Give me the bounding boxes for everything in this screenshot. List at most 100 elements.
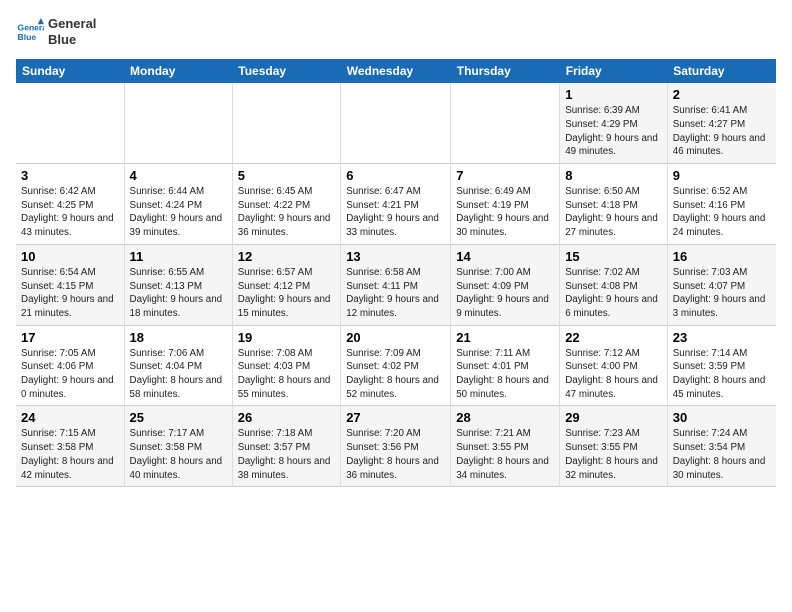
- calendar-cell: [124, 83, 232, 163]
- calendar-cell: 12 Sunrise: 6:57 AM Sunset: 4:12 PM Dayli…: [232, 244, 340, 325]
- column-header-sunday: Sunday: [16, 59, 124, 83]
- day-info: Sunrise: 7:06 AM Sunset: 4:04 PM Dayligh…: [130, 347, 227, 402]
- day-info: Sunrise: 7:05 AM Sunset: 4:06 PM Dayligh…: [21, 347, 119, 402]
- day-number: 18: [130, 330, 227, 345]
- calendar-cell: 7 Sunrise: 6:49 AM Sunset: 4:19 PM Daylig…: [451, 164, 560, 245]
- day-number: 13: [346, 249, 445, 264]
- day-number: 27: [346, 410, 445, 425]
- day-number: 11: [130, 249, 227, 264]
- day-number: 8: [565, 168, 662, 183]
- day-info: Sunrise: 6:49 AM Sunset: 4:19 PM Dayligh…: [456, 185, 554, 240]
- day-number: 3: [21, 168, 119, 183]
- calendar-cell: 24 Sunrise: 7:15 AM Sunset: 3:58 PM Dayli…: [16, 406, 124, 487]
- calendar-cell: 16 Sunrise: 7:03 AM Sunset: 4:07 PM Dayli…: [667, 244, 776, 325]
- calendar-cell: 17 Sunrise: 7:05 AM Sunset: 4:06 PM Dayli…: [16, 325, 124, 406]
- day-info: Sunrise: 6:39 AM Sunset: 4:29 PM Dayligh…: [565, 104, 662, 159]
- day-number: 1: [565, 87, 662, 102]
- day-number: 25: [130, 410, 227, 425]
- day-info: Sunrise: 6:57 AM Sunset: 4:12 PM Dayligh…: [238, 266, 335, 321]
- calendar-cell: [341, 83, 451, 163]
- calendar-cell: [16, 83, 124, 163]
- calendar-cell: 6 Sunrise: 6:47 AM Sunset: 4:21 PM Daylig…: [341, 164, 451, 245]
- day-number: 20: [346, 330, 445, 345]
- day-number: 23: [673, 330, 771, 345]
- day-info: Sunrise: 7:21 AM Sunset: 3:55 PM Dayligh…: [456, 427, 554, 482]
- calendar-cell: 2 Sunrise: 6:41 AM Sunset: 4:27 PM Daylig…: [667, 83, 776, 163]
- page-header: General Blue General Blue: [16, 16, 776, 47]
- day-number: 16: [673, 249, 771, 264]
- calendar-cell: 28 Sunrise: 7:21 AM Sunset: 3:55 PM Dayli…: [451, 406, 560, 487]
- day-info: Sunrise: 6:42 AM Sunset: 4:25 PM Dayligh…: [21, 185, 119, 240]
- logo-icon: General Blue: [16, 18, 44, 46]
- day-info: Sunrise: 6:55 AM Sunset: 4:13 PM Dayligh…: [130, 266, 227, 321]
- calendar-cell: 29 Sunrise: 7:23 AM Sunset: 3:55 PM Dayli…: [560, 406, 668, 487]
- day-info: Sunrise: 7:14 AM Sunset: 3:59 PM Dayligh…: [673, 347, 771, 402]
- day-number: 14: [456, 249, 554, 264]
- day-info: Sunrise: 7:03 AM Sunset: 4:07 PM Dayligh…: [673, 266, 771, 321]
- day-info: Sunrise: 7:11 AM Sunset: 4:01 PM Dayligh…: [456, 347, 554, 402]
- day-number: 2: [673, 87, 771, 102]
- day-info: Sunrise: 6:45 AM Sunset: 4:22 PM Dayligh…: [238, 185, 335, 240]
- day-number: 4: [130, 168, 227, 183]
- day-info: Sunrise: 6:47 AM Sunset: 4:21 PM Dayligh…: [346, 185, 445, 240]
- day-info: Sunrise: 6:41 AM Sunset: 4:27 PM Dayligh…: [673, 104, 771, 159]
- logo: General Blue General Blue: [16, 16, 96, 47]
- calendar-cell: 22Sunrise: 7:12 AM Sunset: 4:00 PM Dayli…: [560, 325, 668, 406]
- day-info: Sunrise: 7:15 AM Sunset: 3:58 PM Dayligh…: [21, 427, 119, 482]
- svg-text:Blue: Blue: [18, 31, 37, 41]
- day-info: Sunrise: 7:08 AM Sunset: 4:03 PM Dayligh…: [238, 347, 335, 402]
- column-header-wednesday: Wednesday: [341, 59, 451, 83]
- column-header-monday: Monday: [124, 59, 232, 83]
- day-number: 12: [238, 249, 335, 264]
- column-header-saturday: Saturday: [667, 59, 776, 83]
- day-number: 6: [346, 168, 445, 183]
- day-number: 29: [565, 410, 662, 425]
- day-number: 30: [673, 410, 771, 425]
- day-number: 19: [238, 330, 335, 345]
- logo-text: General Blue: [48, 16, 96, 47]
- calendar-cell: 18 Sunrise: 7:06 AM Sunset: 4:04 PM Dayli…: [124, 325, 232, 406]
- calendar-table: SundayMondayTuesdayWednesdayThursdayFrid…: [16, 59, 776, 487]
- day-number: 21: [456, 330, 554, 345]
- calendar-cell: 14 Sunrise: 7:00 AM Sunset: 4:09 PM Dayli…: [451, 244, 560, 325]
- day-info: Sunrise: 7:18 AM Sunset: 3:57 PM Dayligh…: [238, 427, 335, 482]
- day-number: 28: [456, 410, 554, 425]
- calendar-cell: 15Sunrise: 7:02 AM Sunset: 4:08 PM Dayli…: [560, 244, 668, 325]
- day-info: Sunrise: 6:54 AM Sunset: 4:15 PM Dayligh…: [21, 266, 119, 321]
- day-number: 7: [456, 168, 554, 183]
- day-info: Sunrise: 7:23 AM Sunset: 3:55 PM Dayligh…: [565, 427, 662, 482]
- calendar-cell: 27Sunrise: 7:20 AM Sunset: 3:56 PM Dayli…: [341, 406, 451, 487]
- day-info: Sunrise: 7:00 AM Sunset: 4:09 PM Dayligh…: [456, 266, 554, 321]
- calendar-cell: 23 Sunrise: 7:14 AM Sunset: 3:59 PM Dayli…: [667, 325, 776, 406]
- calendar-cell: 9Sunrise: 6:52 AM Sunset: 4:16 PM Daylig…: [667, 164, 776, 245]
- day-number: 5: [238, 168, 335, 183]
- day-number: 24: [21, 410, 119, 425]
- column-header-thursday: Thursday: [451, 59, 560, 83]
- calendar-cell: 20 Sunrise: 7:09 AM Sunset: 4:02 PM Dayli…: [341, 325, 451, 406]
- day-info: Sunrise: 7:24 AM Sunset: 3:54 PM Dayligh…: [673, 427, 771, 482]
- calendar-cell: 3 Sunrise: 6:42 AM Sunset: 4:25 PM Daylig…: [16, 164, 124, 245]
- day-number: 26: [238, 410, 335, 425]
- calendar-cell: 19 Sunrise: 7:08 AM Sunset: 4:03 PM Dayli…: [232, 325, 340, 406]
- calendar-cell: [232, 83, 340, 163]
- day-info: Sunrise: 6:44 AM Sunset: 4:24 PM Dayligh…: [130, 185, 227, 240]
- calendar-cell: 1 Sunrise: 6:39 AM Sunset: 4:29 PM Daylig…: [560, 83, 668, 163]
- day-number: 10: [21, 249, 119, 264]
- day-number: 17: [21, 330, 119, 345]
- calendar-cell: 5 Sunrise: 6:45 AM Sunset: 4:22 PM Daylig…: [232, 164, 340, 245]
- day-info: Sunrise: 7:09 AM Sunset: 4:02 PM Dayligh…: [346, 347, 445, 402]
- calendar-cell: 4 Sunrise: 6:44 AM Sunset: 4:24 PM Daylig…: [124, 164, 232, 245]
- day-info: Sunrise: 7:02 AM Sunset: 4:08 PM Dayligh…: [565, 266, 662, 321]
- calendar-cell: 30 Sunrise: 7:24 AM Sunset: 3:54 PM Dayli…: [667, 406, 776, 487]
- calendar-cell: 11 Sunrise: 6:55 AM Sunset: 4:13 PM Dayli…: [124, 244, 232, 325]
- column-header-tuesday: Tuesday: [232, 59, 340, 83]
- day-info: Sunrise: 6:58 AM Sunset: 4:11 PM Dayligh…: [346, 266, 445, 321]
- calendar-cell: 26 Sunrise: 7:18 AM Sunset: 3:57 PM Dayli…: [232, 406, 340, 487]
- day-info: Sunrise: 6:50 AM Sunset: 4:18 PM Dayligh…: [565, 185, 662, 240]
- calendar-cell: 8 Sunrise: 6:50 AM Sunset: 4:18 PM Daylig…: [560, 164, 668, 245]
- day-info: Sunrise: 7:17 AM Sunset: 3:58 PM Dayligh…: [130, 427, 227, 482]
- day-info: Sunrise: 7:12 AM Sunset: 4:00 PM Dayligh…: [565, 347, 662, 402]
- calendar-cell: [451, 83, 560, 163]
- column-header-friday: Friday: [560, 59, 668, 83]
- calendar-cell: 10 Sunrise: 6:54 AM Sunset: 4:15 PM Dayli…: [16, 244, 124, 325]
